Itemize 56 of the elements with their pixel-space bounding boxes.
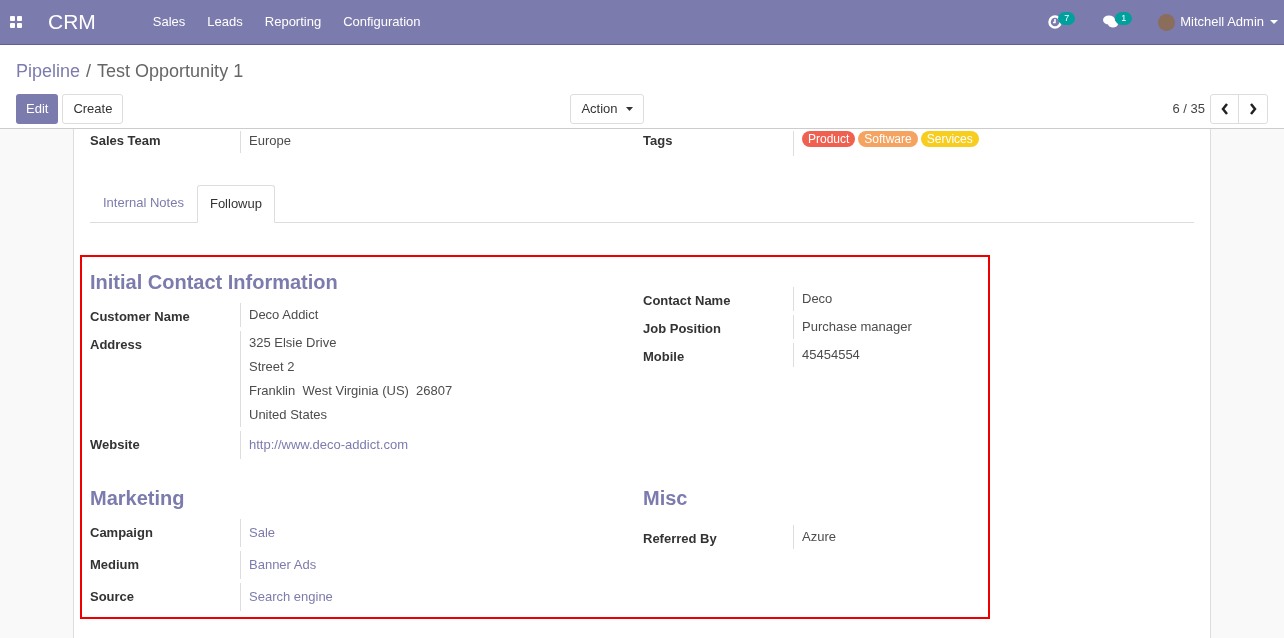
field-label: Website <box>90 435 141 454</box>
menu-item[interactable]: Configuration <box>343 12 421 32</box>
section-title: Initial Contact Information <box>90 269 339 295</box>
field-value: Street 2 <box>249 357 296 376</box>
field-label: Sales Team <box>90 132 162 150</box>
field-label: Referred By <box>643 529 718 548</box>
field-link[interactable]: Sale <box>249 518 276 547</box>
field-label: Address <box>90 335 144 354</box>
user-menu[interactable]: Mitchell Admin <box>1180 12 1264 32</box>
breadcrumb-separator: / <box>86 60 92 83</box>
action-dropdown[interactable]: Action <box>570 94 644 124</box>
field-value: Europe <box>240 131 291 153</box>
edit-button[interactable]: Edit <box>16 94 59 124</box>
field-value: 325 Elsie Drive <box>249 333 338 352</box>
chevron-left-icon <box>1220 103 1229 115</box>
tab[interactable]: Internal Notes <box>90 185 197 222</box>
tag: Software <box>858 131 918 147</box>
field-link[interactable]: Banner Ads <box>249 550 317 579</box>
field-label: Campaign <box>90 523 154 542</box>
section-title: Marketing <box>90 485 186 511</box>
activity-count-badge: 7 <box>1058 11 1076 25</box>
tag: Product <box>802 131 856 147</box>
field-label: Job Position <box>643 319 722 338</box>
field-link[interactable]: http://www.deco-addict.com <box>249 430 408 459</box>
field-label: Source <box>90 587 136 606</box>
menu-item[interactable]: Sales <box>152 12 186 32</box>
create-button[interactable]: Create <box>62 94 124 124</box>
chat-icon[interactable] <box>1103 15 1120 29</box>
menu-item[interactable]: Leads <box>207 12 243 32</box>
field-value: Deco Addict <box>249 305 319 324</box>
tag: Services <box>920 131 979 147</box>
field-label: Medium <box>90 555 141 574</box>
field-label: Mobile <box>643 347 686 366</box>
caret-icon <box>1270 20 1278 24</box>
field-value: Deco <box>802 289 833 308</box>
breadcrumb-link[interactable]: Pipeline <box>16 58 81 85</box>
field-label: Contact Name <box>643 291 732 310</box>
chevron-right-icon <box>1249 103 1257 115</box>
field-value: Franklin West Virginia (US) 26807 <box>249 381 453 400</box>
field-value: Azure <box>802 527 836 546</box>
message-count-badge: 1 <box>1115 11 1133 25</box>
field-link[interactable]: Search engine <box>249 582 333 611</box>
field-label: Tags <box>643 132 674 150</box>
field-value: United States <box>249 405 329 424</box>
pager-counter: 6 / 35 <box>1172 100 1205 119</box>
apps-grid-icon[interactable] <box>10 16 22 28</box>
field-value: 45454554 <box>802 345 860 364</box>
clock-icon[interactable] <box>1048 15 1063 29</box>
field-label: Customer Name <box>90 307 191 326</box>
field-value: Purchase manager <box>802 317 912 336</box>
app-title[interactable]: CRM <box>48 6 96 38</box>
menu-item[interactable]: Reporting <box>264 12 322 32</box>
tab[interactable]: Followup <box>196 185 275 223</box>
breadcrumb-current: Test Opportunity 1 <box>97 60 244 83</box>
caret-icon <box>625 107 633 111</box>
section-title: Misc <box>643 485 689 511</box>
